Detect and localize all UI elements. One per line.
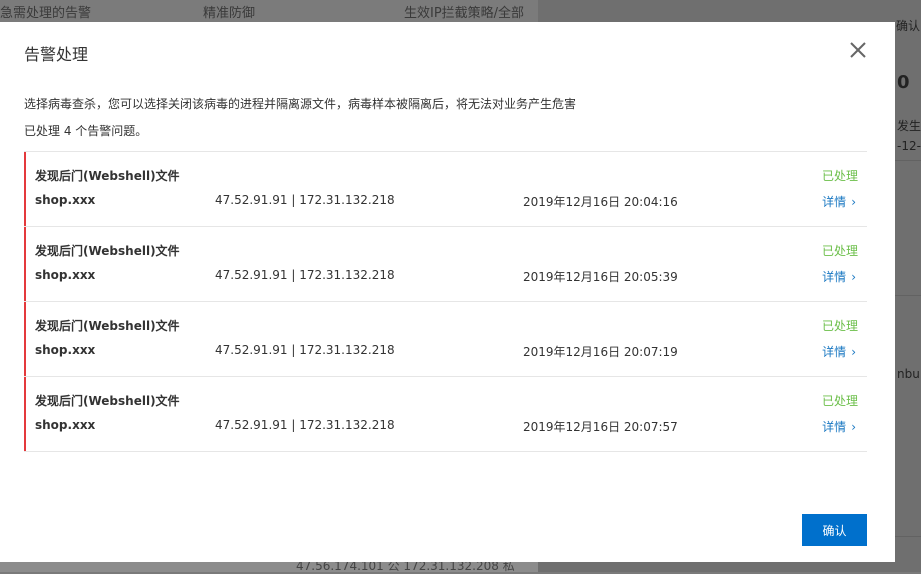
background-header: 急需处理的告警 精准防御 生效IP拦截策略/全部 (0, 0, 538, 22)
chevron-right-icon: › (851, 420, 856, 434)
alert-ip: 47.52.91.91 | 172.31.132.218 (215, 418, 395, 432)
bg-header-col3: 生效IP拦截策略/全部 (404, 6, 525, 21)
alert-ip: 47.52.91.91 | 172.31.132.218 (215, 268, 395, 282)
bg-fragment-zero: 0 (897, 72, 910, 93)
chevron-right-icon: › (851, 270, 856, 284)
chevron-right-icon: › (851, 195, 856, 209)
status-badge: 已处理 (821, 319, 858, 333)
close-icon[interactable] (846, 38, 870, 62)
alert-time: 2019年12月16日 20:04:16 (523, 195, 678, 209)
alert-title: 发现后门(Webshell)文件 (35, 319, 180, 333)
status-badge: 已处理 (821, 244, 858, 258)
bg-fragment-r2: -12-1 (897, 139, 921, 153)
alert-title: 发现后门(Webshell)文件 (35, 394, 180, 408)
chevron-right-icon: › (851, 345, 856, 359)
details-link[interactable]: 详情 › (822, 343, 856, 360)
confirm-button[interactable]: 确认 (802, 514, 867, 546)
dialog-title: 告警处理 (24, 45, 89, 64)
bg-fragment-top: 确认 (896, 19, 921, 33)
alert-file: shop.xxx (35, 418, 96, 432)
alert-row: 发现后门(Webshell)文件 shop.xxx 47.52.91.91 | … (24, 302, 867, 377)
details-label: 详情 (822, 195, 847, 209)
processed-summary: 已处理 4 个告警问题。 (24, 124, 148, 138)
alert-time: 2019年12月16日 20:07:19 (523, 345, 678, 359)
bg-fragment-r3: nbu.w (897, 367, 921, 381)
details-link[interactable]: 详情 › (822, 418, 856, 435)
alert-handling-dialog: 告警处理 选择病毒查杀，您可以选择关闭该病毒的进程并隔离源文件，病毒样本被隔离后… (0, 22, 895, 562)
alert-row: 发现后门(Webshell)文件 shop.xxx 47.52.91.91 | … (24, 227, 867, 302)
details-link[interactable]: 详情 › (822, 268, 856, 285)
bg-fragment-r1: 发生 (897, 119, 921, 133)
details-link[interactable]: 详情 › (822, 193, 856, 210)
bg-header-col2: 精准防御 (203, 6, 256, 21)
alert-row: 发现后门(Webshell)文件 shop.xxx 47.52.91.91 | … (24, 377, 867, 452)
alert-time: 2019年12月16日 20:05:39 (523, 270, 678, 284)
bg-header-col1: 急需处理的告警 (0, 6, 92, 21)
alert-title: 发现后门(Webshell)文件 (35, 169, 180, 183)
alert-ip: 47.52.91.91 | 172.31.132.218 (215, 343, 395, 357)
alert-ip: 47.52.91.91 | 172.31.132.218 (215, 193, 395, 207)
status-badge: 已处理 (821, 169, 858, 183)
alert-title: 发现后门(Webshell)文件 (35, 244, 180, 258)
alert-file: shop.xxx (35, 343, 96, 357)
alert-file: shop.xxx (35, 268, 96, 282)
details-label: 详情 (822, 345, 847, 359)
details-label: 详情 (822, 270, 847, 284)
status-badge: 已处理 (821, 394, 858, 408)
alert-time: 2019年12月16日 20:07:57 (523, 420, 678, 434)
alert-row: 发现后门(Webshell)文件 shop.xxx 47.52.91.91 | … (24, 152, 867, 227)
alert-file: shop.xxx (35, 193, 96, 207)
alert-list: 发现后门(Webshell)文件 shop.xxx 47.52.91.91 | … (24, 151, 867, 452)
dialog-description: 选择病毒查杀，您可以选择关闭该病毒的进程并隔离源文件，病毒样本被隔离后，将无法对… (24, 97, 577, 111)
details-label: 详情 (822, 420, 847, 434)
